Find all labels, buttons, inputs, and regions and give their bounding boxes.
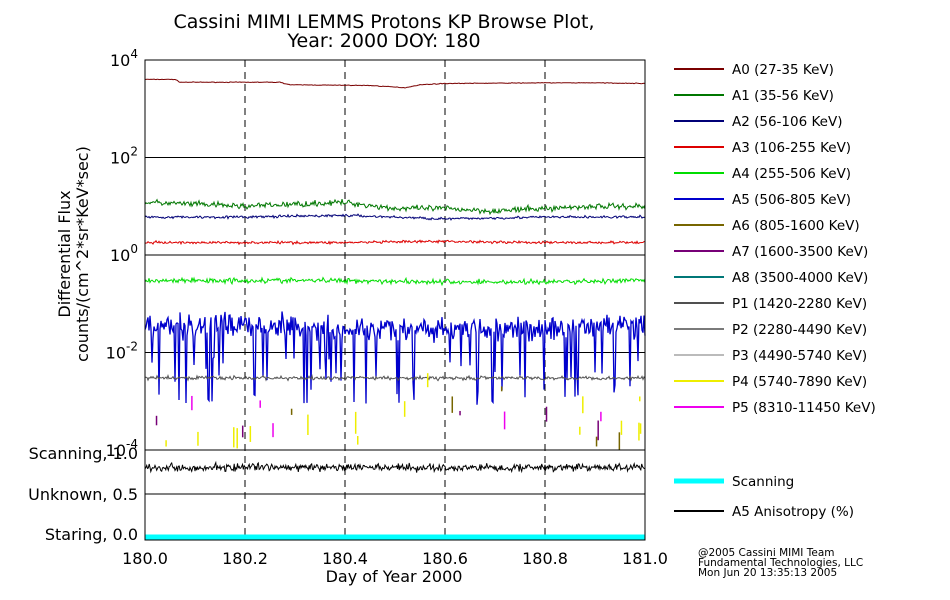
y-axis-label: Differential Flux: [55, 190, 74, 317]
credit-line-3: Mon Jun 20 13:35:13 2005: [698, 567, 837, 579]
mode-label: Scanning, 1.0: [29, 444, 138, 463]
x-tick-label: 180.4: [322, 549, 368, 568]
legend-label: Scanning: [732, 474, 794, 490]
series-line-A5: [144, 311, 646, 405]
legend-label: A0 (27-35 KeV): [732, 62, 834, 78]
series-line-A3: [144, 239, 645, 246]
legend-label: A1 (35-56 KeV): [732, 88, 834, 104]
x-tick-label: 180.2: [222, 549, 268, 568]
y-tick-label: 102: [110, 145, 138, 168]
series-line-A1: [144, 198, 646, 216]
flux-chart: Cassini MIMI LEMMS Protons KP Browse Plo…: [28, 11, 876, 586]
legend-label: P5 (8310-11450 KeV): [732, 400, 876, 416]
axes: 10410210010-210-4180.0 180.2 180.4 180.6 180…: [28, 47, 668, 568]
legend-label: A6 (805-1600 KeV): [732, 218, 860, 234]
legend-label: A2 (56-106 KeV): [732, 114, 842, 130]
series-line-anisotropy: [144, 460, 645, 474]
y-tick-label: 10-2: [106, 340, 138, 363]
legend-label: A3 (106-255 KeV): [732, 140, 851, 156]
legend-label: A5 (506-805 KeV): [732, 192, 851, 208]
x-tick-label: 180.0: [122, 549, 168, 568]
legend-label: P1 (1420-2280 KeV): [732, 296, 867, 312]
mode-panel-frame: [144, 449, 646, 541]
series-line-A0: [144, 78, 646, 89]
plot-area: [144, 78, 646, 450]
legend-label: P3 (4490-5740 KeV): [732, 348, 867, 364]
chart-subtitle: Year: 2000 DOY: 180: [286, 30, 480, 52]
x-axis-label: Day of Year 2000: [326, 567, 463, 586]
mode-panel: [144, 460, 645, 540]
y-axis-units: counts/(cm^2*sr*KeV*sec): [73, 146, 92, 362]
y-tick-label: 104: [110, 47, 138, 70]
series-line-A4: [144, 276, 646, 287]
mode-label: Unknown, 0.5: [28, 485, 138, 504]
y-tick-label: 100: [110, 242, 138, 265]
series-line-P1: [145, 373, 646, 382]
x-tick-label: 180.6: [422, 549, 468, 568]
legend-label: A8 (3500-4000 KeV): [732, 270, 868, 286]
legend-label: A7 (1600-3500 KeV): [732, 244, 868, 260]
legend-label: P4 (5740-7890 KeV): [732, 374, 867, 390]
x-tick-label: 181.0: [622, 549, 668, 568]
legend: A0 (27-35 KeV) A1 (35-56 KeV) A2 (56-106 K…: [674, 62, 876, 520]
legend-label: A4 (255-506 KeV): [732, 166, 851, 182]
legend-label: P2 (2280-4490 KeV): [732, 322, 867, 338]
legend-label: A5 Anisotropy (%): [732, 504, 854, 520]
x-tick-label: 180.8: [522, 549, 568, 568]
series-line-A2: [144, 213, 646, 221]
mode-label: Staring, 0.0: [45, 525, 138, 544]
